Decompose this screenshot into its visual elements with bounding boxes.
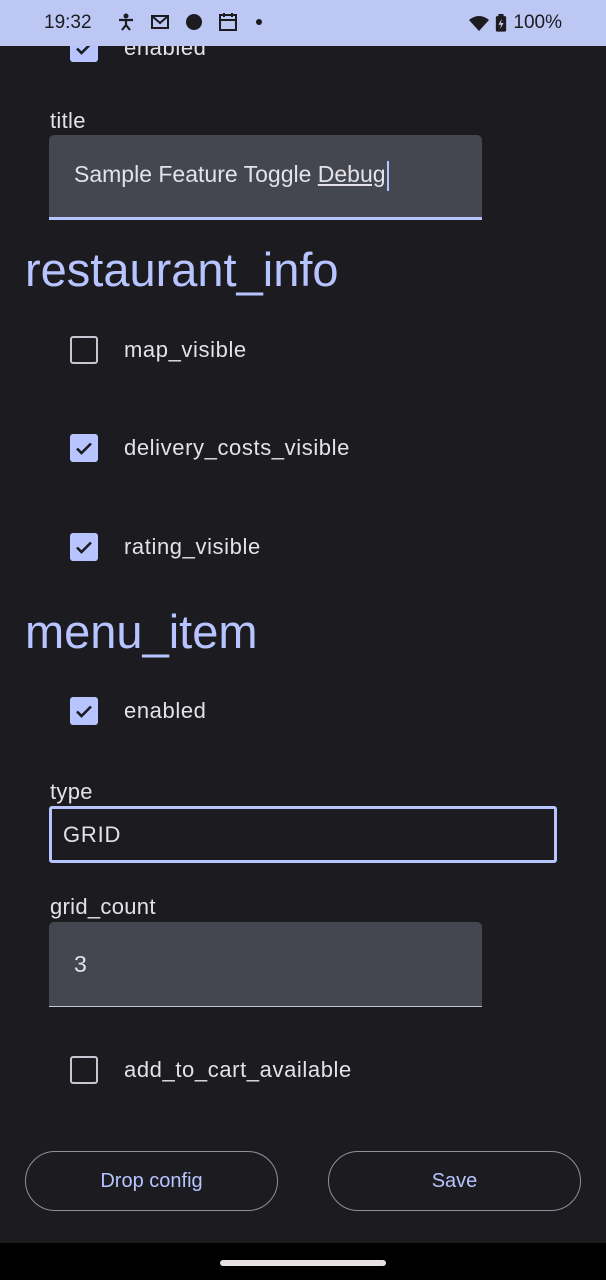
- home-gesture-handle[interactable]: [220, 1260, 386, 1266]
- app-notification-icon: [186, 14, 202, 30]
- title-field-label: title: [50, 108, 86, 133]
- checkbox-checked-icon[interactable]: [70, 697, 98, 725]
- text-cursor: [386, 161, 389, 191]
- toggle-menu-item-enabled[interactable]: enabled: [70, 697, 207, 725]
- system-icons: 100%: [469, 12, 562, 34]
- type-field[interactable]: GRID: [49, 806, 557, 863]
- checkbox-unchecked-icon[interactable]: [70, 1056, 98, 1084]
- toggle-label: delivery_costs_visible: [124, 435, 350, 460]
- battery-charging-icon: [496, 14, 507, 32]
- drop-config-button[interactable]: Drop config: [25, 1151, 278, 1211]
- checkbox-unchecked-icon[interactable]: [70, 336, 98, 364]
- type-value: GRID: [63, 821, 122, 847]
- gmail-icon: [151, 15, 169, 29]
- title-value: Sample Feature Toggle Debug: [74, 161, 389, 191]
- more-notifications-dot: [256, 19, 262, 25]
- grid-count-value: 3: [74, 950, 87, 977]
- checkbox-checked-icon[interactable]: [70, 46, 98, 62]
- status-time: 19:32: [44, 12, 92, 33]
- title-field[interactable]: Sample Feature Toggle Debug: [49, 135, 482, 220]
- type-field-label: type: [50, 779, 93, 804]
- toggle-add-to-cart-available[interactable]: add_to_cart_available: [70, 1056, 352, 1084]
- toggle-map-visible[interactable]: map_visible: [70, 336, 247, 364]
- checkbox-checked-icon[interactable]: [70, 533, 98, 561]
- wifi-icon: [469, 16, 490, 31]
- checkbox-checked-icon[interactable]: [70, 434, 98, 462]
- navigation-bar: [0, 1243, 606, 1280]
- toggle-label: add_to_cart_available: [124, 1057, 352, 1082]
- title-value-composing: Debug: [317, 161, 386, 188]
- toggle-label: rating_visible: [124, 534, 261, 559]
- grid-count-field-label: grid_count: [50, 894, 156, 919]
- section-heading-restaurant-info: restaurant_info: [25, 243, 339, 296]
- calendar-icon: [219, 13, 237, 31]
- save-button[interactable]: Save: [328, 1151, 581, 1211]
- grid-count-field[interactable]: 3: [49, 922, 482, 1007]
- toggle-label: map_visible: [124, 337, 247, 362]
- notification-icons: [116, 12, 262, 32]
- feature-enabled-toggle[interactable]: enabled: [70, 46, 207, 62]
- feature-config-list[interactable]: enabled title Sample Feature Toggle Debu…: [0, 46, 606, 1243]
- section-heading-menu-item: menu_item: [25, 605, 258, 658]
- toggle-rating-visible[interactable]: rating_visible: [70, 533, 261, 561]
- accessibility-icon: [119, 13, 133, 31]
- toggle-delivery-costs-visible[interactable]: delivery_costs_visible: [70, 434, 350, 462]
- toggle-label: enabled: [124, 698, 207, 723]
- battery-percent: 100%: [513, 12, 562, 33]
- status-bar: 19:32 100%: [0, 0, 606, 46]
- feature-enabled-label: enabled: [124, 46, 207, 60]
- title-value-text: Sample Feature Toggle: [74, 161, 318, 188]
